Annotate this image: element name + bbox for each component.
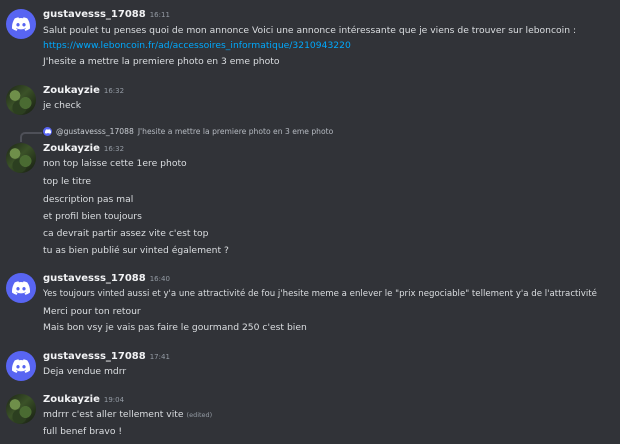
avatar[interactable] xyxy=(6,273,36,303)
discord-logo-icon xyxy=(12,359,30,373)
message-text: ca devrait partir assez vite c'est top xyxy=(43,228,209,239)
timestamp: 16:11 xyxy=(149,11,170,19)
message-text: Mais bon vsy je vais pas faire le gourma… xyxy=(43,322,307,333)
avatar[interactable] xyxy=(6,85,36,115)
message-text: J'hesite a mettre la premiere photo en 3… xyxy=(43,56,280,67)
avatar[interactable] xyxy=(6,143,36,173)
discord-logo-icon xyxy=(12,281,30,295)
avatar[interactable] xyxy=(6,351,36,381)
message-text: non top laisse cette 1ere photo xyxy=(43,158,187,169)
edited-label: (edited) xyxy=(186,411,213,419)
message-text: Deja vendue mdrr xyxy=(43,366,127,377)
message-text: Yes toujours vinted aussi et y'a une att… xyxy=(43,289,597,299)
author-name[interactable]: Zoukayzie 19:04 xyxy=(43,394,124,405)
reply-text: J'hesite a mettre la premiere photo en 3… xyxy=(137,127,334,136)
author-name[interactable]: gustavesss_17088 16:40 xyxy=(43,273,170,284)
timestamp: 17:41 xyxy=(149,353,170,361)
timestamp: 16:32 xyxy=(103,87,125,95)
author-name[interactable]: gustavesss_17088 17:41 xyxy=(43,351,170,362)
author-name[interactable]: Zoukayzie 16:32 xyxy=(43,143,124,154)
message-text: et profil bien toujours xyxy=(43,211,142,222)
message-text: Merci pour ton retour xyxy=(43,306,141,317)
timestamp: 19:04 xyxy=(103,396,125,404)
message-text: top le titre xyxy=(43,176,92,187)
message-text: tu as bien publié sur vinted également ? xyxy=(43,245,229,256)
discord-logo-icon xyxy=(12,17,30,31)
timestamp: 16:32 xyxy=(103,145,125,153)
timestamp: 16:40 xyxy=(149,275,170,283)
reply-author: @gustavesss_17088 xyxy=(56,127,134,136)
message-text: full benef bravo ! xyxy=(43,426,123,437)
avatar[interactable] xyxy=(6,9,36,39)
mini-avatar-icon xyxy=(43,127,52,136)
author-name[interactable]: Zoukayzie 16:32 xyxy=(43,85,124,96)
message-text: description pas mal xyxy=(43,194,134,205)
message-text: Salut poulet tu penses quoi de mon annon… xyxy=(43,25,577,36)
message-link[interactable]: https://www.leboncoin.fr/ad/accessoires_… xyxy=(43,40,351,51)
message-text: je check xyxy=(43,100,82,111)
reply-preview[interactable]: @gustavesss_17088 J'hesite a mettre la p… xyxy=(43,127,333,136)
reply-connector xyxy=(20,132,42,142)
author-name[interactable]: gustavesss_17088 16:11 xyxy=(43,9,170,20)
avatar[interactable] xyxy=(6,394,36,424)
message-text: mdrrr c'est aller tellement vite (edited) xyxy=(43,409,213,420)
